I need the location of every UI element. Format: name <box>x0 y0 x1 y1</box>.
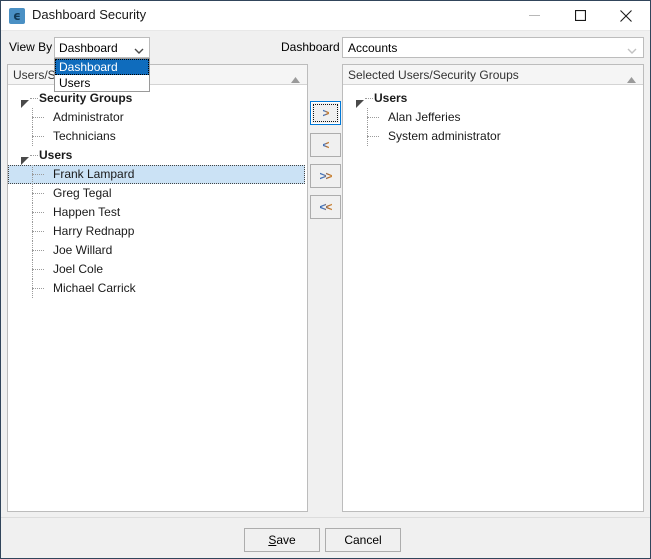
chevron-down-icon <box>134 44 144 58</box>
maximize-button[interactable] <box>557 1 603 30</box>
tree-connector <box>32 288 44 289</box>
view-by-dropdown-list[interactable]: Dashboard Users <box>54 58 150 92</box>
tree-connector <box>32 212 44 213</box>
title-bar: ϵ Dashboard Security <box>1 1 650 31</box>
tree-node-label: Happen Test <box>53 205 121 219</box>
tree-node-label: Harry Rednapp <box>53 224 135 238</box>
tree-connector <box>32 174 44 175</box>
tree-connector <box>32 269 44 270</box>
tree-node-label: Michael Carrick <box>53 281 136 295</box>
dropdown-option-users[interactable]: Users <box>55 75 149 91</box>
tree-node-label: Security Groups <box>39 91 133 105</box>
tree-connector <box>30 155 38 156</box>
tree-node-label: Administrator <box>53 110 124 124</box>
tree-connector <box>32 136 44 137</box>
tree-connector <box>32 250 44 251</box>
selected-users-panel-header[interactable]: Selected Users/Security Groups <box>343 65 643 85</box>
view-by-label: View By <box>9 40 53 54</box>
available-users-list[interactable]: Security Groups Administrator Technicians U… <box>8 85 307 510</box>
view-by-value: Dashboard <box>59 41 118 55</box>
sort-ascending-icon[interactable] <box>291 72 300 86</box>
cancel-button[interactable]: Cancel <box>325 528 401 552</box>
tree-leaf-node[interactable]: Greg Tegal <box>8 184 307 203</box>
tree-connector <box>32 117 44 118</box>
tree-connector <box>365 98 373 99</box>
tree-connector <box>32 231 44 232</box>
footer-bar: Save Cancel <box>1 517 650 558</box>
dashboard-security-window: ϵ Dashboard Security View By Dashboard D… <box>0 0 651 559</box>
tree-leaf-node[interactable]: Harry Rednapp <box>8 222 307 241</box>
move-all-left-label: << <box>319 200 332 214</box>
tree-node-label: Users <box>39 148 73 162</box>
move-all-right-button[interactable]: >> <box>310 164 341 188</box>
tree-node-label: Greg Tegal <box>53 186 112 200</box>
tree-node-label: Joel Cole <box>53 262 104 276</box>
move-all-left-button[interactable]: << <box>310 195 341 219</box>
tree-connector <box>30 98 38 99</box>
expander-icon[interactable] <box>21 152 29 165</box>
dashboard-icon-glyph: ϵ <box>13 9 21 23</box>
expander-icon[interactable] <box>21 95 29 108</box>
tree-leaf-node[interactable]: Joe Willard <box>8 241 307 260</box>
save-label: Save <box>268 533 295 547</box>
tree-connector <box>32 193 44 194</box>
maximize-icon <box>574 10 586 21</box>
available-users-tree[interactable]: Security Groups Administrator Technicians U… <box>8 85 307 298</box>
dashboard-icon: ϵ <box>9 8 25 24</box>
view-by-select[interactable]: Dashboard <box>54 37 150 58</box>
tree-leaf-node[interactable]: Frank Lampard <box>8 165 305 184</box>
tree-leaf-node[interactable]: Technicians <box>8 127 307 146</box>
available-users-panel-header[interactable]: Users/Security Groups <box>8 65 307 85</box>
tree-leaf-node[interactable]: Alan Jefferies <box>343 108 643 127</box>
tree-group-node[interactable]: Users <box>343 89 643 108</box>
selected-users-list[interactable]: Users Alan Jefferies System administrator <box>343 85 643 510</box>
tree-group-node[interactable]: Security Groups <box>8 89 307 108</box>
tree-connector <box>367 136 379 137</box>
move-right-button[interactable]: > <box>310 101 341 125</box>
available-users-panel: Users/Security Groups Security Groups Adm… <box>7 64 308 512</box>
tree-leaf-node[interactable]: System administrator <box>343 127 643 146</box>
sort-ascending-icon[interactable] <box>627 72 636 86</box>
dashboard-select[interactable]: Accounts <box>342 37 644 58</box>
cancel-label: Cancel <box>344 533 382 547</box>
move-left-label: < <box>322 138 329 152</box>
tree-leaf-node[interactable]: Administrator <box>8 108 307 127</box>
close-icon <box>620 9 632 22</box>
tree-node-label: Users <box>374 91 408 105</box>
move-left-button[interactable]: < <box>310 133 341 157</box>
tree-leaf-node[interactable]: Happen Test <box>8 203 307 222</box>
tree-group-node[interactable]: Users <box>8 146 307 165</box>
close-button[interactable] <box>603 1 649 30</box>
focus-indicator <box>313 104 338 122</box>
save-rest-text: ave <box>276 533 296 547</box>
expander-icon[interactable] <box>356 95 364 108</box>
tree-node-label: Alan Jefferies <box>388 110 461 124</box>
window-title: Dashboard Security <box>32 7 147 22</box>
tree-node-label: Joe Willard <box>53 243 113 257</box>
save-button[interactable]: Save <box>244 528 320 552</box>
dashboard-label: Dashboard <box>281 40 340 54</box>
tree-node-label: System administrator <box>388 129 501 143</box>
move-all-right-label: >> <box>319 169 332 183</box>
minimize-button[interactable] <box>511 1 557 30</box>
minimize-icon <box>528 15 540 16</box>
dashboard-value: Accounts <box>348 41 398 55</box>
chevron-down-icon <box>627 44 637 58</box>
selected-users-panel-title: Selected Users/Security Groups <box>348 68 519 82</box>
selected-users-tree[interactable]: Users Alan Jefferies System administrator <box>343 85 643 146</box>
tree-leaf-node[interactable]: Joel Cole <box>8 260 307 279</box>
selected-users-panel: Selected Users/Security Groups Users Alan… <box>342 64 644 512</box>
tree-leaf-node[interactable]: Michael Carrick <box>8 279 307 298</box>
tree-connector <box>367 117 379 118</box>
dropdown-option-dashboard[interactable]: Dashboard <box>55 59 149 75</box>
tree-node-label: Technicians <box>53 129 116 143</box>
tree-node-label: Frank Lampard <box>53 167 135 181</box>
